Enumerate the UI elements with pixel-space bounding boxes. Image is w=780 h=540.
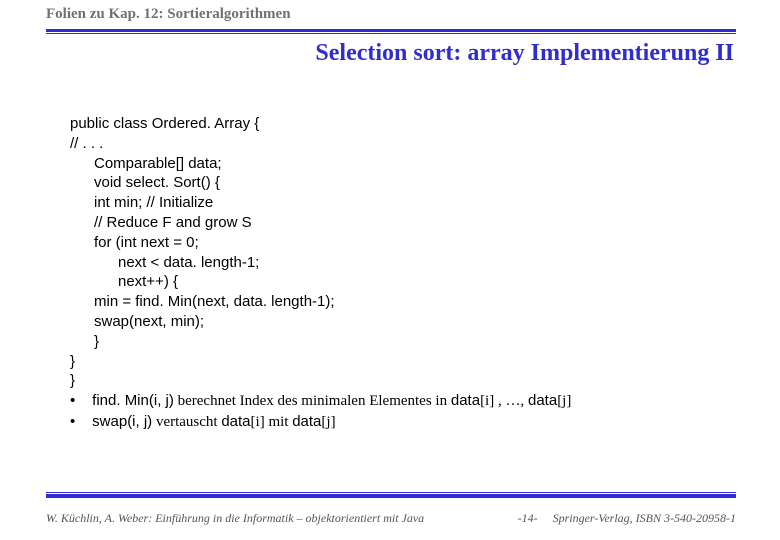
bullet-line: • swap(i, j) vertauscht data[i] mit data… bbox=[70, 412, 730, 433]
text: [i] mit bbox=[251, 414, 293, 430]
code-line: } bbox=[94, 332, 730, 352]
code-line: // Reduce F and grow S bbox=[94, 213, 730, 233]
footer-publisher: Springer-Verlag, ISBN 3-540-20958-1 bbox=[553, 511, 736, 525]
text: find. Min(i, j) bbox=[92, 392, 174, 409]
code-line: min = find. Min(next, data. length-1); bbox=[94, 292, 730, 312]
footer: W. Küchlin, A. Weber: Einführung in die … bbox=[46, 511, 736, 526]
code-line: public class Ordered. Array { bbox=[70, 114, 730, 134]
text: data bbox=[528, 392, 557, 409]
footer-left: W. Küchlin, A. Weber: Einführung in die … bbox=[46, 511, 424, 526]
slide-title: Selection sort: array Implementierung II bbox=[315, 40, 734, 67]
body-content: public class Ordered. Array { // . . . C… bbox=[70, 114, 730, 433]
text: [j] bbox=[557, 393, 571, 409]
footer-right: -14- Springer-Verlag, ISBN 3-540-20958-1 bbox=[518, 511, 736, 526]
code-line: swap(next, min); bbox=[94, 312, 730, 332]
code-line: Comparable[] data; bbox=[94, 154, 730, 174]
code-line: for (int next = 0; bbox=[94, 233, 730, 253]
code-line: void select. Sort() { bbox=[94, 173, 730, 193]
bullet-line: • find. Min(i, j) berechnet Index des mi… bbox=[70, 391, 730, 412]
text: [i] , …, bbox=[480, 393, 528, 409]
code-line: } bbox=[70, 352, 730, 372]
text: data bbox=[221, 413, 250, 430]
page-number: -14- bbox=[518, 511, 538, 525]
text: data bbox=[292, 413, 321, 430]
slide: Folien zu Kap. 12: Sortieralgorithmen Se… bbox=[0, 0, 780, 540]
code-line: // . . . bbox=[70, 134, 730, 154]
text: berechnet Index des minimalen Elementes … bbox=[174, 393, 451, 409]
chapter-header: Folien zu Kap. 12: Sortieralgorithmen bbox=[46, 6, 291, 23]
bullet-icon: • bbox=[70, 391, 88, 411]
text: data bbox=[451, 392, 480, 409]
footer-rule bbox=[46, 492, 736, 498]
text: vertauscht bbox=[152, 414, 221, 430]
header-rule bbox=[46, 29, 736, 34]
bullet-icon: • bbox=[70, 412, 88, 432]
code-line: } bbox=[70, 371, 730, 391]
code-line: int min; // Initialize bbox=[94, 193, 730, 213]
code-line: next++) { bbox=[118, 272, 730, 292]
text: [j] bbox=[321, 414, 335, 430]
text: swap(i, j) bbox=[92, 413, 152, 430]
code-line: next < data. length-1; bbox=[118, 253, 730, 273]
